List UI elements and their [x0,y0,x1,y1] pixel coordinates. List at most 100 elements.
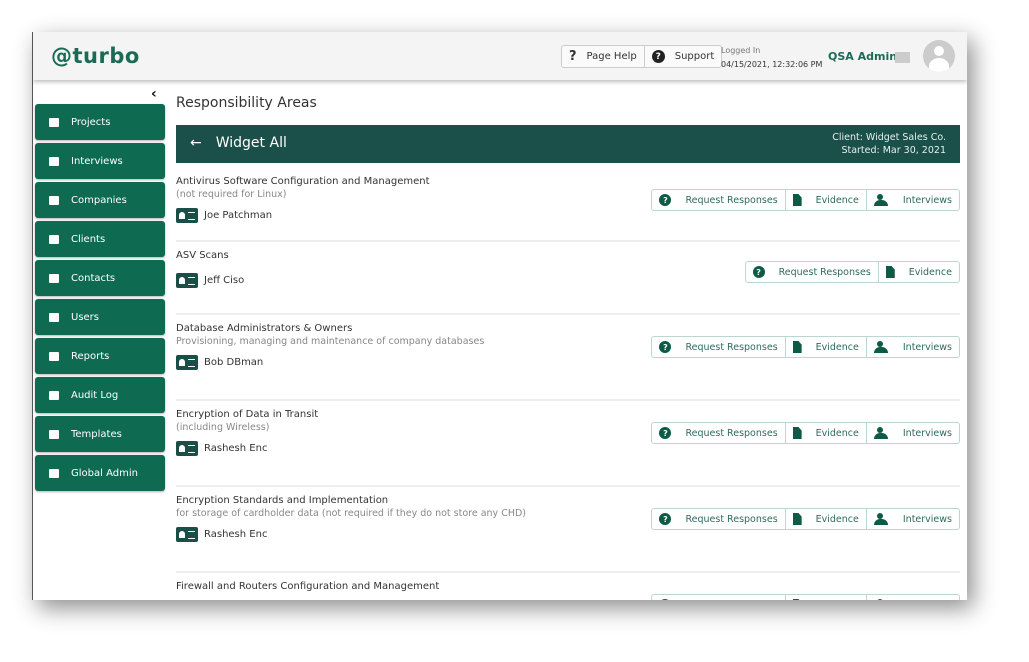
sidebar-item-label: Templates [71,428,122,440]
login-info: Logged In 04/15/2021, 12:32:06 PM [721,44,822,72]
request-responses-button[interactable]: ? Request Responses [652,337,784,357]
sidebar-item-label: Companies [71,194,127,206]
interviews-button[interactable]: Interviews [865,509,959,529]
file-icon [49,429,59,439]
question-circle-icon: ? [659,513,672,525]
interviews-button[interactable]: Interviews [865,423,959,443]
sidebar-item-label: Interviews [71,155,123,167]
button-label: Evidence [816,600,859,601]
file-icon [792,599,802,600]
person-name: Jeff Ciso [204,275,245,286]
avatar[interactable] [923,40,955,72]
building-icon [49,195,59,205]
interviews-button[interactable]: Interviews [865,595,959,601]
area-name: Encryption of Data in Transit [176,409,319,420]
scroll-icon [49,390,59,400]
request-responses-button[interactable]: ? Request Responses [652,509,784,529]
button-label: Request Responses [685,194,778,206]
support-label: Support [674,51,715,62]
sidebar-item-interviews[interactable]: Interviews [35,143,165,179]
button-label: Evidence [815,341,859,353]
action-buttons: ? Request Responses Evidence Interviews [651,336,960,358]
client-name: Client: Widget Sales Co. [832,132,946,143]
project-banner: ← Widget All Client: Widget Sales Co. Star… [176,125,960,163]
action-buttons: ? Request Responses Evidence Interviews [651,508,960,530]
evidence-button[interactable]: Evidence [784,509,866,529]
interviews-button[interactable]: Interviews [865,337,959,357]
user-icon [873,513,889,525]
sidebar-item-companies[interactable]: Companies [35,182,165,218]
request-responses-button[interactable]: ? Request Responses [746,262,878,282]
sidebar-item-label: Contacts [71,272,116,284]
sidebar-item-label: Audit Log [71,389,119,401]
button-label: Evidence [815,513,859,525]
button-label: Interviews [902,341,952,353]
list-item: Database Administrators & Owners Provisi… [176,323,960,401]
sidebar-item-projects[interactable]: Projects [35,104,165,140]
area-name: Antivirus Software Configuration and Man… [176,176,430,187]
area-name: Firewall and Routers Configuration and M… [176,581,440,592]
mail-icon[interactable] [895,52,910,63]
list-item: Antivirus Software Configuration and Man… [176,176,960,242]
id-card-icon [176,355,198,370]
request-responses-button[interactable]: ? Request Responses [652,423,784,443]
collapse-sidebar-chevron-icon[interactable]: ‹ [151,86,157,102]
sidebar-item-contacts[interactable]: Contacts [35,260,165,296]
person-name: Rashesh Enc [204,443,268,454]
evidence-button[interactable]: Evidence [784,190,866,210]
interviews-button[interactable]: Interviews [865,190,959,210]
page-help-button[interactable]: ? Page Help [562,46,644,67]
button-label: Interviews [902,427,952,439]
button-label: Evidence [908,266,952,278]
sidebar-item-reports[interactable]: Reports [35,338,165,374]
question-circle-icon: ? [659,599,672,600]
button-label: Request Responses [685,427,778,439]
user-icon [873,194,889,206]
question-circle-icon: ? [659,427,672,439]
button-label: Request Responses [685,513,778,525]
user-name[interactable]: QSA Admin [828,50,897,63]
book-icon [49,351,59,361]
sidebar-item-audit-log[interactable]: Audit Log [35,377,165,413]
area-name: ASV Scans [176,250,229,261]
question-circle-icon: ? [651,50,665,63]
project-name: Widget All [215,135,287,151]
evidence-button[interactable]: Evidence [784,337,866,357]
id-card-icon [176,273,198,288]
sidebar-item-global-admin[interactable]: Global Admin [35,455,165,491]
file-icon [792,513,802,525]
sidebar-item-users[interactable]: Users [35,299,165,335]
button-label: Request Responses [685,600,777,601]
file-icon [792,194,802,206]
button-label: Evidence [815,427,859,439]
help-group: ? Page Help ? Support [561,45,723,68]
id-card-icon [176,441,198,456]
list-item: Encryption Standards and Implementation … [176,495,960,573]
calendar-icon [49,156,59,166]
request-responses-button[interactable]: ? Request Responses [652,595,784,600]
evidence-button[interactable]: Evidence [784,595,866,601]
sidebar-item-label: Global Admin [71,467,138,479]
button-label: Interviews [903,600,952,601]
logged-in-time: 04/15/2021, 12:32:06 PM [721,60,823,69]
logo[interactable]: @turbo [51,44,140,68]
question-circle-icon: ? [752,266,765,278]
evidence-button[interactable]: Evidence [877,262,959,282]
area-name: Database Administrators & Owners [176,323,353,334]
area-name: Encryption Standards and Implementation [176,495,389,506]
list-item: Encryption of Data in Transit (including… [176,409,960,487]
question-circle-icon: ? [659,194,672,206]
evidence-button[interactable]: Evidence [784,423,866,443]
briefcase-icon [49,117,59,127]
button-label: Interviews [902,194,952,206]
question-circle-icon: ? [659,341,672,353]
contact-book-icon [49,234,59,244]
support-button[interactable]: ? Support [643,46,722,67]
users-icon [49,312,59,322]
file-icon [792,341,802,353]
sidebar-item-clients[interactable]: Clients [35,221,165,257]
back-arrow-icon[interactable]: ← [190,135,202,151]
user-icon [873,341,889,353]
sidebar-item-templates[interactable]: Templates [35,416,165,452]
request-responses-button[interactable]: ? Request Responses [652,190,784,210]
